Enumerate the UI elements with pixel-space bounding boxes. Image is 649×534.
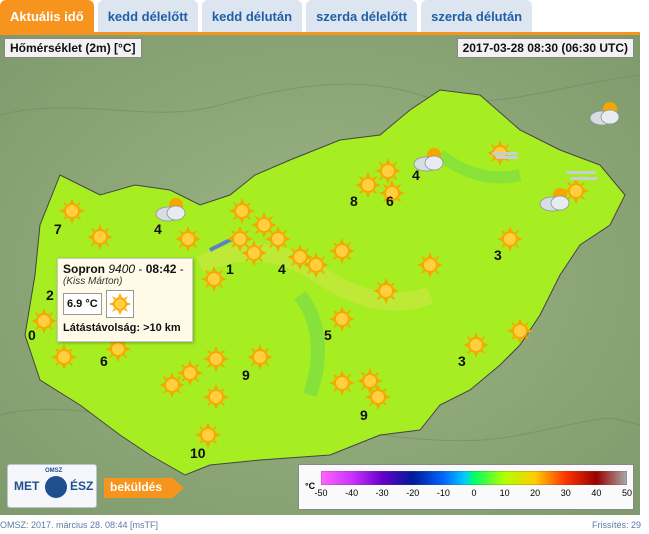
sun-icon[interactable] xyxy=(328,305,356,333)
fog-icon[interactable] xyxy=(492,147,520,159)
wind-value: 3 xyxy=(494,247,502,263)
sun-icon[interactable] xyxy=(158,371,186,399)
legend-tick: 20 xyxy=(530,488,541,498)
sun-icon[interactable] xyxy=(202,383,230,411)
tab-bar: Aktuális idő kedd délelőtt kedd délután … xyxy=(0,0,649,32)
legend-ticks: -50 -40 -30 -20 -10 0 10 20 30 40 50 xyxy=(314,488,632,504)
parameter-label: Hőmérséklet (2m) [°C] xyxy=(4,38,142,58)
wind-value: 3 xyxy=(458,353,466,369)
wind-value: 0 xyxy=(28,327,36,343)
wind-value: 7 xyxy=(54,221,62,237)
sun-icon[interactable] xyxy=(200,265,228,293)
legend-tick: -40 xyxy=(345,488,359,498)
logo-esz-text: ÉSZ xyxy=(70,479,94,493)
wind-value: 6 xyxy=(386,193,394,209)
wind-value: 6 xyxy=(100,353,108,369)
popup-values: 6.9 °C xyxy=(63,290,187,318)
met-esz-logo[interactable]: MET OMSZ ÉSZ xyxy=(7,464,97,508)
legend-tick: -50 xyxy=(314,488,328,498)
sun-icon[interactable] xyxy=(202,345,230,373)
popup-station-code: 9400 xyxy=(108,262,136,276)
partly-cloudy-icon[interactable] xyxy=(538,185,574,215)
footer-source: OMSZ: 2017. március 28. 08:44 [msTF] xyxy=(0,520,159,530)
legend-tick: -30 xyxy=(375,488,389,498)
legend-color-bar xyxy=(321,471,627,485)
wind-value: 5 xyxy=(324,327,332,343)
tab-current-time[interactable]: Aktuális idő xyxy=(0,0,94,32)
sun-icon[interactable] xyxy=(364,383,392,411)
sun-icon[interactable] xyxy=(302,251,330,279)
sun-icon[interactable] xyxy=(328,237,356,265)
wind-value: 9 xyxy=(242,367,250,383)
popup-temperature: 6.9 °C xyxy=(63,293,102,315)
sun-icon[interactable] xyxy=(86,223,114,251)
tab-tuesday-afternoon[interactable]: kedd délután xyxy=(201,0,303,32)
sun-icon[interactable] xyxy=(50,343,78,371)
wind-value: 4 xyxy=(154,221,162,237)
sun-icon[interactable] xyxy=(58,197,86,225)
submit-label: beküldés xyxy=(110,480,163,494)
tab-wednesday-morning[interactable]: szerda délelőtt xyxy=(306,0,418,32)
wind-value: 2 xyxy=(46,287,54,303)
wind-value: 4 xyxy=(412,167,420,183)
sun-icon[interactable] xyxy=(246,343,274,371)
logo-badge-text: OMSZ xyxy=(45,468,63,474)
wind-value: 8 xyxy=(350,193,358,209)
wind-value: 1 xyxy=(226,261,234,277)
fog-icon[interactable] xyxy=(566,169,600,183)
legend-tick: -10 xyxy=(436,488,450,498)
tab-wednesday-afternoon[interactable]: szerda délután xyxy=(421,0,533,32)
wind-value: 9 xyxy=(360,407,368,423)
legend-tick: 50 xyxy=(621,488,633,498)
sun-icon xyxy=(105,290,134,318)
legend-tick: 40 xyxy=(591,488,602,498)
sun-icon[interactable] xyxy=(462,331,490,359)
wind-value: 10 xyxy=(190,445,206,461)
wind-value: 4 xyxy=(278,261,286,277)
popup-observer: (Kiss Márton) xyxy=(63,276,123,287)
sun-icon[interactable] xyxy=(328,369,356,397)
sun-icon[interactable] xyxy=(174,225,202,253)
legend-tick: 30 xyxy=(560,488,571,498)
logo-met-text: MET xyxy=(14,479,40,493)
weather-map[interactable]: Hőmérséklet (2m) [°C] 2017-03-28 08:30 (… xyxy=(0,35,640,515)
tab-tuesday-morning[interactable]: kedd délelőtt xyxy=(97,0,198,32)
popup-time: 08:42 xyxy=(145,262,177,276)
popup-title: Sopron 9400 - 08:42 - xyxy=(63,262,184,276)
legend-tick: 10 xyxy=(499,488,510,498)
partly-cloudy-icon[interactable] xyxy=(588,99,624,129)
temperature-legend: °C -50 -40 -30 -20 -10 0 10 20 30 40 50 xyxy=(298,464,634,510)
sun-icon[interactable] xyxy=(372,277,400,305)
popup-station-name: Sopron xyxy=(63,262,105,276)
station-popup: Sopron 9400 - 08:42 - (Kiss Márton) 6.9 … xyxy=(57,258,193,342)
sun-icon[interactable] xyxy=(506,317,534,345)
submit-button[interactable]: beküldés xyxy=(104,476,184,500)
timestamp-label: 2017-03-28 08:30 (06:30 UTC) xyxy=(456,38,634,58)
legend-tick: 0 xyxy=(471,488,477,498)
logo-emblem-icon xyxy=(45,476,67,498)
legend-tick: -20 xyxy=(406,488,420,498)
footer-refresh: Frissítés: 29 xyxy=(591,520,641,530)
sun-icon[interactable] xyxy=(416,251,444,279)
popup-visibility: Látástávolság: >10 km xyxy=(63,322,181,334)
